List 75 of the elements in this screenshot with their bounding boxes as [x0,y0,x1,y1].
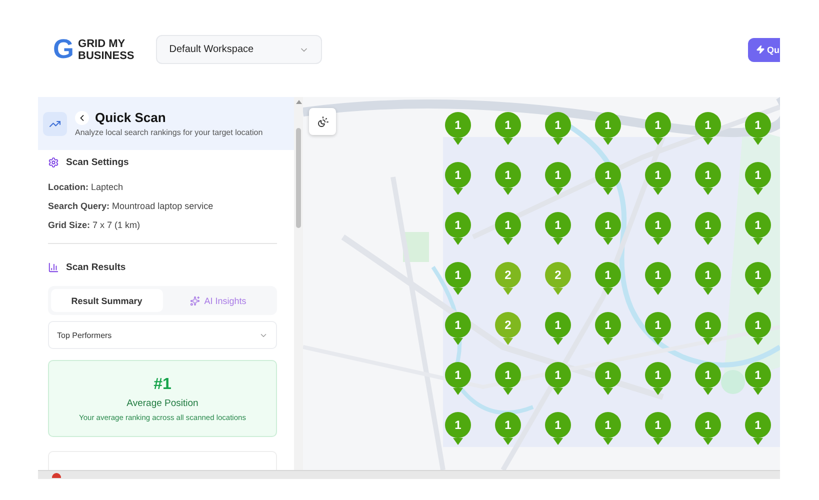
rank-pin[interactable]: 1 [645,112,671,145]
rank-pin[interactable]: 1 [645,362,671,395]
section-title: Scan Settings [66,156,129,168]
rank-pin[interactable]: 1 [645,262,671,295]
rank-pin[interactable]: 1 [745,112,771,145]
rank-pin[interactable]: 1 [595,212,621,245]
section-title: Scan Results [66,262,126,272]
theme-toggle-button[interactable] [309,108,336,135]
setting-line: Grid Size: 7 x 7 (1 km) [48,220,142,230]
rank-pin[interactable]: 1 [695,262,721,295]
rank-pin[interactable]: 1 [645,312,671,345]
rank-pin[interactable]: 1 [595,262,621,295]
rank-pin[interactable]: 1 [545,212,571,245]
scrollbar[interactable] [294,97,303,470]
lightning-icon [756,45,765,54]
trend-icon [43,112,67,136]
rank-pin[interactable]: 2 [545,262,571,295]
app-icon[interactable] [52,473,61,478]
rank-pin[interactable]: 1 [445,362,471,395]
results-tab[interactable]: AI Insights [162,289,274,312]
rank-pin[interactable]: 1 [445,412,471,445]
workspace-select[interactable]: Default Workspace [156,35,322,64]
rank-label: Average Position [126,398,198,408]
logo-icon: G [53,34,74,65]
rank-pin[interactable]: 1 [495,212,521,245]
rank-value: #1 [154,376,172,394]
rank-pin[interactable]: 1 [695,362,721,395]
rank-pin[interactable]: 1 [545,112,571,145]
settings-icon [48,156,59,168]
rank-pin[interactable]: 1 [645,212,671,245]
rank-pin[interactable]: 1 [495,162,521,195]
logo-text: GRID MY BUSINESS [78,38,134,62]
rank-pin[interactable]: 1 [695,162,721,195]
rank-pin[interactable]: 1 [745,162,771,195]
rank-pin[interactable]: 1 [595,412,621,445]
rank-pin[interactable]: 2 [495,312,521,345]
rank-pin[interactable]: 1 [495,412,521,445]
rank-pin[interactable]: 2 [495,262,521,295]
rank-pin[interactable]: 1 [595,162,621,195]
rank-pin[interactable]: 1 [745,412,771,445]
chart-icon [48,262,59,272]
rank-pin[interactable]: 1 [745,362,771,395]
rank-pin[interactable]: 1 [545,412,571,445]
panel-title: Quick Scan [95,110,166,125]
rank-pin[interactable]: 1 [695,112,721,145]
rank-pin[interactable]: 1 [595,112,621,145]
setting-line: Search Query: Mountroad laptop service [48,201,214,211]
filter-select[interactable]: Top Performers [48,321,277,349]
rank-pin[interactable]: 1 [545,162,571,195]
rank-pin[interactable]: 1 [595,312,621,345]
theme-icon [316,116,328,128]
setting-line: Location: Laptech [48,182,124,192]
panel-subtitle: Analyze local search rankings for your target location [75,128,263,137]
rank-pin[interactable]: 1 [495,112,521,145]
rank-pin[interactable]: 1 [695,212,721,245]
rank-pin[interactable]: 1 [545,362,571,395]
sparkles-icon [190,296,200,306]
back-button[interactable] [75,110,89,124]
rank-pin[interactable]: 1 [745,312,771,345]
rank-pin[interactable]: 1 [745,262,771,295]
rank-pin[interactable]: 1 [445,112,471,145]
rank-pin[interactable]: 1 [545,312,571,345]
rank-pin[interactable]: 1 [445,262,471,295]
rank-pin[interactable]: 1 [645,412,671,445]
rank-pin[interactable]: 1 [595,362,621,395]
rank-pin[interactable]: 1 [645,162,671,195]
rank-pin[interactable]: 1 [445,162,471,195]
results-tab[interactable]: Result Summary [51,289,162,312]
rank-pin[interactable]: 1 [495,362,521,395]
rank-pin[interactable]: 1 [445,312,471,345]
rank-pin[interactable]: 1 [695,412,721,445]
rank-pin[interactable]: 1 [445,212,471,245]
rank-pin[interactable]: 1 [695,312,721,345]
quick-scan-button[interactable]: Qu [748,38,780,62]
rank-pin[interactable]: 1 [745,212,771,245]
